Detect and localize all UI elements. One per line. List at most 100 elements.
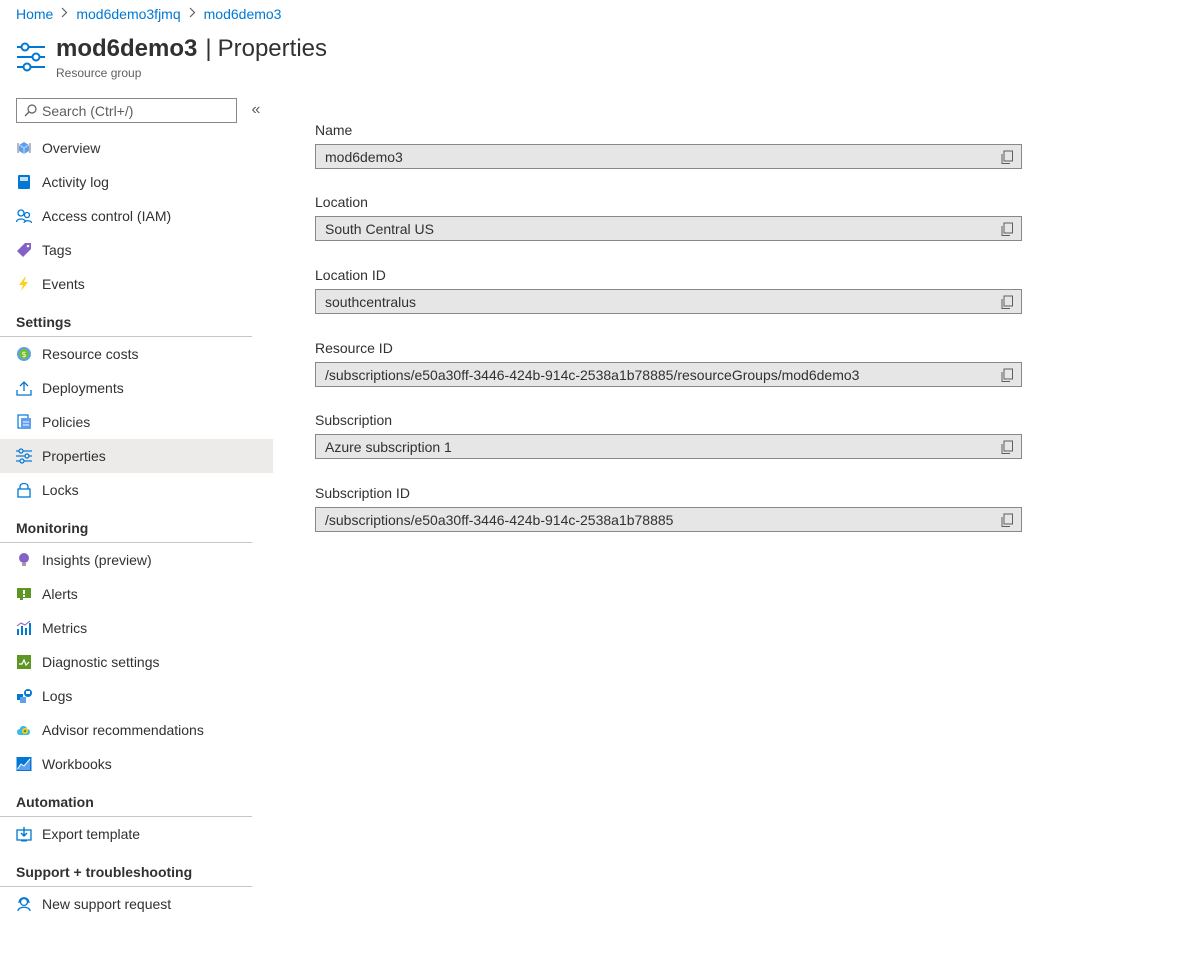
field-value: southcentralus: [325, 293, 417, 310]
sidebar-item-label: Advisor recommendations: [42, 722, 204, 738]
property-resource-id: Resource ID /subscriptions/e50a30ff-3446…: [315, 340, 1022, 387]
page-header: mod6demo3 | Properties Resource group: [16, 36, 327, 80]
sidebar-item-label: Locks: [42, 482, 79, 498]
field-label: Name: [315, 122, 353, 138]
support-icon: [16, 896, 32, 912]
collapse-sidebar-button[interactable]: «: [248, 101, 264, 119]
alerts-icon: [16, 586, 32, 602]
sidebar-item-label: Deployments: [42, 380, 124, 396]
sidebar-item-diagnostic[interactable]: Diagnostic settings: [0, 645, 273, 679]
sidebar-item-tags[interactable]: Tags: [0, 233, 273, 267]
iam-icon: [16, 208, 32, 224]
sidebar-item-label: Properties: [42, 448, 106, 464]
section-name: Properties: [217, 35, 327, 62]
diagnostic-icon: [16, 654, 32, 670]
group-header-monitoring: Monitoring: [0, 507, 252, 543]
lock-icon: [16, 482, 32, 498]
sidebar-item-export-template[interactable]: Export template: [0, 817, 273, 851]
sidebar-item-label: Tags: [42, 242, 72, 258]
properties-icon: [16, 40, 46, 74]
sidebar-item-label: Insights (preview): [42, 552, 152, 568]
policies-icon: [16, 414, 32, 430]
sidebar-item-insights[interactable]: Insights (preview): [0, 543, 273, 577]
sidebar-item-workbooks[interactable]: Workbooks: [0, 747, 273, 781]
group-header-settings: Settings: [0, 301, 252, 337]
group-header-support: Support + troubleshooting: [0, 851, 252, 887]
chevron-right-icon: [189, 7, 196, 21]
copy-icon[interactable]: [1000, 440, 1014, 455]
breadcrumb-parent[interactable]: mod6demo3fjmq: [76, 6, 180, 22]
properties-icon: [16, 448, 32, 464]
sidebar-item-events[interactable]: Events: [0, 267, 273, 301]
field-label: Location ID: [315, 267, 386, 283]
copy-icon[interactable]: [1000, 150, 1014, 165]
sidebar-item-label: Overview: [42, 140, 101, 156]
sidebar-item-alerts[interactable]: Alerts: [0, 577, 273, 611]
sidebar-item-deployments[interactable]: Deployments: [0, 371, 273, 405]
sidebar-item-label: Events: [42, 276, 85, 292]
sidebar-item-label: Activity log: [42, 174, 109, 190]
sidebar-item-label: Policies: [42, 414, 91, 430]
events-icon: [16, 276, 32, 292]
sidebar-item-label: Logs: [42, 688, 73, 704]
export-icon: [16, 826, 32, 842]
search-input[interactable]: Search (Ctrl+/): [16, 98, 237, 123]
location-id-field[interactable]: southcentralus: [315, 289, 1022, 314]
chevron-right-icon: [61, 7, 68, 21]
sidebar-item-label: Diagnostic settings: [42, 654, 160, 670]
subscription-field[interactable]: Azure subscription 1: [315, 434, 1022, 459]
sidebar-item-label: Access control (IAM): [42, 208, 172, 224]
sidebar-item-properties[interactable]: Properties: [0, 439, 273, 473]
page-subtitle: Resource group: [56, 66, 142, 80]
breadcrumb: Home mod6demo3fjmq mod6demo3: [16, 5, 281, 23]
search-icon: [24, 104, 42, 117]
sidebar-item-label: Workbooks: [42, 756, 112, 772]
resource-id-field[interactable]: /subscriptions/e50a30ff-3446-424b-914c-2…: [315, 362, 1022, 387]
field-label: Location: [315, 194, 368, 210]
property-location-id: Location ID southcentralus: [315, 267, 1022, 314]
property-subscription-id: Subscription ID /subscriptions/e50a30ff-…: [315, 485, 1022, 532]
sidebar-item-advisor[interactable]: Advisor recommendations: [0, 713, 273, 747]
sidebar-item-logs[interactable]: Logs: [0, 679, 273, 713]
sidebar-item-label: Metrics: [42, 620, 88, 636]
property-location: Location South Central US: [315, 194, 1022, 241]
tag-icon: [16, 242, 32, 258]
sidebar-item-iam[interactable]: Access control (IAM): [0, 199, 273, 233]
field-label: Subscription: [315, 412, 393, 428]
logs-icon: [16, 688, 32, 704]
property-name: Name mod6demo3: [315, 122, 1022, 169]
activity-log-icon: [16, 174, 32, 190]
copy-icon[interactable]: [1000, 295, 1014, 310]
group-header-automation: Automation: [0, 781, 252, 817]
lightbulb-icon: [16, 552, 32, 568]
sidebar-item-activity-log[interactable]: Activity log: [0, 165, 273, 199]
workbooks-icon: [16, 756, 32, 772]
sidebar-item-policies[interactable]: Policies: [0, 405, 273, 439]
sidebar: Overview Activity log Access control (IA…: [0, 131, 273, 921]
sidebar-item-label: Resource costs: [42, 346, 139, 362]
sidebar-item-locks[interactable]: Locks: [0, 473, 273, 507]
advisor-icon: [16, 722, 32, 738]
metrics-icon: [16, 620, 32, 636]
copy-icon[interactable]: [1000, 222, 1014, 237]
sidebar-item-resource-costs[interactable]: $ Resource costs: [0, 337, 273, 371]
sidebar-item-overview[interactable]: Overview: [0, 131, 273, 165]
svg-text:$: $: [21, 350, 26, 359]
field-value: /subscriptions/e50a30ff-3446-424b-914c-2…: [325, 511, 674, 528]
name-field[interactable]: mod6demo3: [315, 144, 1022, 169]
search-placeholder: Search (Ctrl+/): [42, 102, 134, 119]
breadcrumb-current[interactable]: mod6demo3: [204, 6, 282, 22]
sidebar-item-label: Alerts: [42, 586, 78, 602]
sidebar-item-label: New support request: [42, 896, 172, 912]
sidebar-item-label: Export template: [42, 826, 141, 842]
sidebar-item-new-support-request[interactable]: New support request: [0, 887, 273, 921]
copy-icon[interactable]: [1000, 368, 1014, 383]
field-value: Azure subscription 1: [325, 438, 452, 455]
sidebar-item-metrics[interactable]: Metrics: [0, 611, 273, 645]
field-value: mod6demo3: [325, 148, 403, 165]
copy-icon[interactable]: [1000, 513, 1014, 528]
breadcrumb-home[interactable]: Home: [16, 6, 53, 22]
location-field[interactable]: South Central US: [315, 216, 1022, 241]
subscription-id-field[interactable]: /subscriptions/e50a30ff-3446-424b-914c-2…: [315, 507, 1022, 532]
upload-icon: [16, 380, 32, 396]
